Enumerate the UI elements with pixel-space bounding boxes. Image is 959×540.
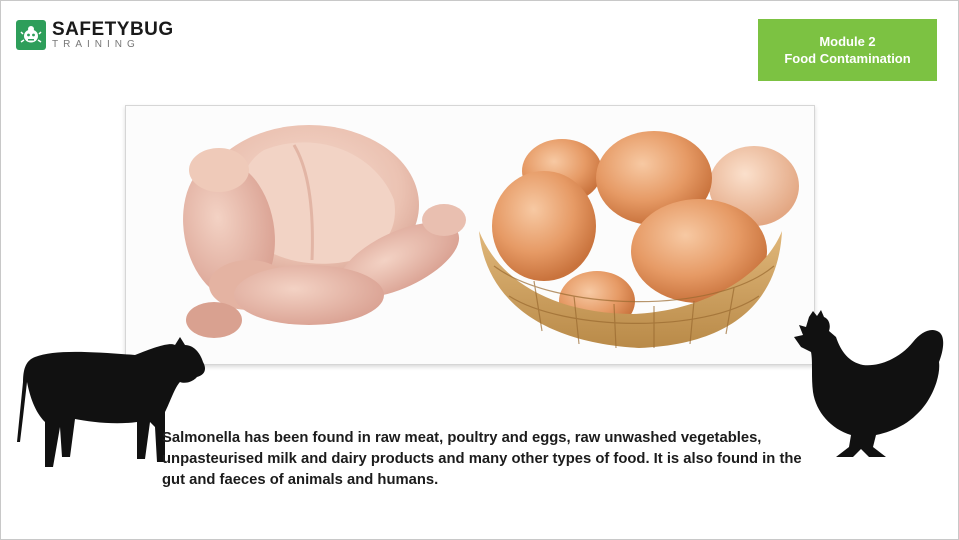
module-number: Module 2 xyxy=(819,34,876,49)
slide: SAFETYBUG TRAINING Module 2 Food Contami… xyxy=(0,0,959,540)
eggs-basket-image xyxy=(479,131,799,349)
hen-silhouette-icon xyxy=(794,310,944,457)
module-badge: Module 2 Food Contamination xyxy=(758,19,937,81)
bug-logo-icon xyxy=(16,20,46,50)
photo-panel xyxy=(125,105,815,365)
salmonella-paragraph: Salmonella has been found in raw meat, p… xyxy=(162,430,802,488)
module-title: Food Contamination xyxy=(784,51,911,66)
brand-name: SAFETYBUG xyxy=(52,19,174,40)
brand-tagline: TRAINING xyxy=(52,39,140,50)
raw-chicken-image xyxy=(183,125,466,338)
brand-logo: SAFETYBUG TRAINING xyxy=(16,20,174,50)
